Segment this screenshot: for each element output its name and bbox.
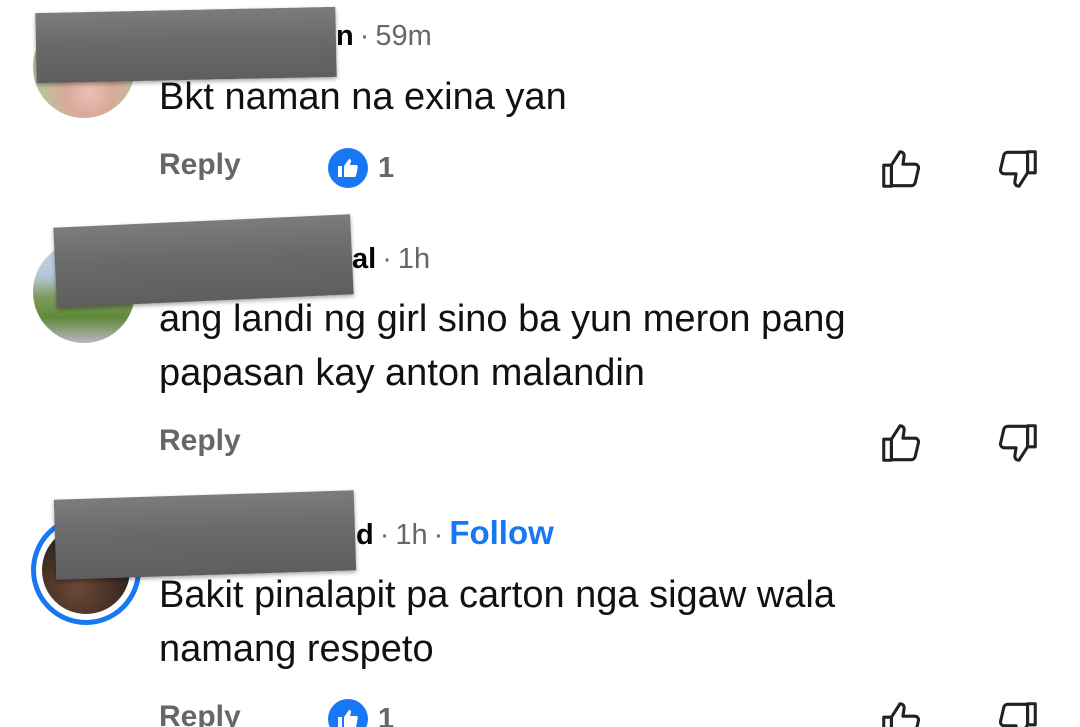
commenter-name[interactable]: n <box>336 20 354 52</box>
comment-text: ang landi ng girl sino ba yun meron pang… <box>159 292 846 400</box>
separator-dot: · <box>359 20 370 52</box>
comment-text-line: ang landi ng girl sino ba yun meron pang <box>159 298 846 340</box>
comment-text-line: namang respeto <box>159 628 434 670</box>
commenter-name[interactable]: al <box>352 243 376 275</box>
like-reaction-icon[interactable] <box>328 699 368 727</box>
separator-dot: · <box>379 519 390 551</box>
reaction-count[interactable]: 1 <box>378 152 394 185</box>
follow-button[interactable]: Follow <box>449 514 553 551</box>
thumbs-down-outline-icon[interactable] <box>995 698 1041 727</box>
reaction-count[interactable]: 1 <box>378 703 394 727</box>
thumbs-up-outline-icon[interactable] <box>878 146 924 192</box>
separator-dot: · <box>433 519 444 551</box>
reply-button[interactable]: Reply <box>159 148 241 182</box>
redacted-name-box <box>53 490 357 580</box>
comment-text: Bkt naman na exina yan <box>159 70 567 124</box>
separator-dot: · <box>382 243 392 275</box>
thumbs-up-outline-icon[interactable] <box>878 420 924 466</box>
comments-screen: n · 59m Bkt naman na exina yan Reply 1 al ·… <box>0 0 1080 727</box>
thumbs-down-outline-icon[interactable] <box>995 420 1041 466</box>
reply-button[interactable]: Reply <box>159 700 241 727</box>
comment-meta: al · 1h <box>352 242 430 276</box>
comment-text-line: papasan kay anton malandin <box>159 352 645 394</box>
comment-text-line: Bakit pinalapit pa carton nga sigaw wala <box>159 574 835 616</box>
like-reaction-icon[interactable] <box>328 148 368 188</box>
comment-time[interactable]: 1h <box>398 243 430 275</box>
comment-time[interactable]: 1h <box>395 519 427 551</box>
comment-time[interactable]: 59m <box>375 20 431 52</box>
thumbs-down-outline-icon[interactable] <box>995 146 1041 192</box>
comment-meta: d · 1h · Follow <box>356 516 554 552</box>
comment-text-line: Bkt naman na exina yan <box>159 76 567 118</box>
reply-button[interactable]: Reply <box>159 424 241 458</box>
commenter-name[interactable]: d <box>356 519 374 551</box>
thumbs-up-outline-icon[interactable] <box>878 698 924 727</box>
comment-text: Bakit pinalapit pa carton nga sigaw wala… <box>159 568 835 676</box>
comment-meta: n · 59m <box>336 19 432 53</box>
